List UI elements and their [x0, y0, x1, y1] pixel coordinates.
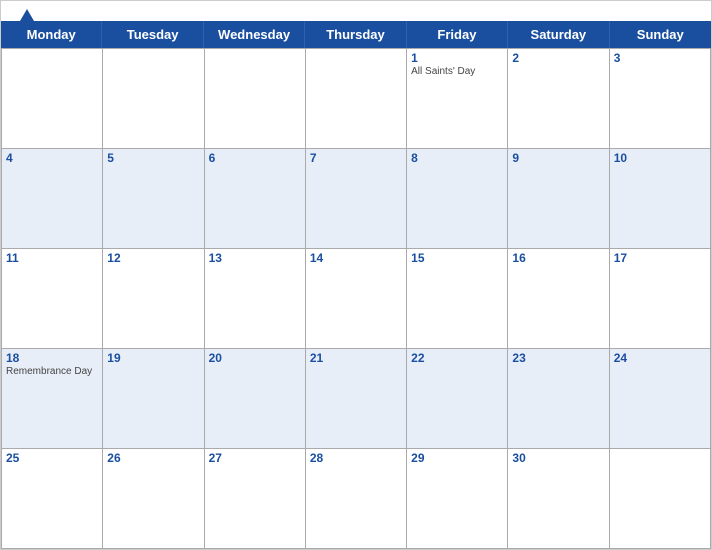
day-headers-row: Monday Tuesday Wednesday Thursday Friday…: [1, 21, 711, 48]
date-number: 25: [6, 451, 98, 465]
table-row: 21: [306, 349, 407, 449]
table-row: [610, 449, 711, 549]
date-number: 21: [310, 351, 402, 365]
date-number: 6: [209, 151, 301, 165]
table-row: 19: [103, 349, 204, 449]
day-header-saturday: Saturday: [508, 21, 609, 48]
table-row: 2: [508, 49, 609, 149]
calendar-header: [1, 1, 711, 21]
date-number: 15: [411, 251, 503, 265]
logo-blue-text: [16, 9, 34, 21]
table-row: 28: [306, 449, 407, 549]
date-number: 1: [411, 51, 503, 65]
table-row: 7: [306, 149, 407, 249]
table-row: 10: [610, 149, 711, 249]
date-number: 27: [209, 451, 301, 465]
table-row: 8: [407, 149, 508, 249]
date-number: 16: [512, 251, 604, 265]
date-number: 8: [411, 151, 503, 165]
table-row: 1All Saints' Day: [407, 49, 508, 149]
date-number: 28: [310, 451, 402, 465]
date-number: 19: [107, 351, 199, 365]
table-row: 24: [610, 349, 711, 449]
table-row: 3: [610, 49, 711, 149]
table-row: 13: [205, 249, 306, 349]
table-row: 9: [508, 149, 609, 249]
table-row: 23: [508, 349, 609, 449]
table-row: 16: [508, 249, 609, 349]
table-row: 30: [508, 449, 609, 549]
date-number: 3: [614, 51, 706, 65]
date-number: 24: [614, 351, 706, 365]
holiday-label: All Saints' Day: [411, 66, 503, 78]
table-row: [103, 49, 204, 149]
table-row: 25: [2, 449, 103, 549]
date-number: 23: [512, 351, 604, 365]
date-number: 30: [512, 451, 604, 465]
date-number: 17: [614, 251, 706, 265]
holiday-label: Remembrance Day: [6, 366, 98, 378]
day-header-wednesday: Wednesday: [204, 21, 305, 48]
table-row: 20: [205, 349, 306, 449]
table-row: [2, 49, 103, 149]
logo-triangle-icon: [20, 9, 34, 21]
day-header-friday: Friday: [407, 21, 508, 48]
table-row: 27: [205, 449, 306, 549]
table-row: 18Remembrance Day: [2, 349, 103, 449]
table-row: 4: [2, 149, 103, 249]
table-row: [205, 49, 306, 149]
table-row: 15: [407, 249, 508, 349]
date-number: 29: [411, 451, 503, 465]
date-number: 13: [209, 251, 301, 265]
logo: [16, 9, 34, 21]
date-number: 20: [209, 351, 301, 365]
date-number: 7: [310, 151, 402, 165]
table-row: 26: [103, 449, 204, 549]
table-row: 29: [407, 449, 508, 549]
date-number: 12: [107, 251, 199, 265]
day-header-tuesday: Tuesday: [102, 21, 203, 48]
date-number: 2: [512, 51, 604, 65]
table-row: 17: [610, 249, 711, 349]
table-row: 22: [407, 349, 508, 449]
date-number: 26: [107, 451, 199, 465]
day-header-sunday: Sunday: [610, 21, 711, 48]
table-row: 5: [103, 149, 204, 249]
date-number: 9: [512, 151, 604, 165]
day-header-monday: Monday: [1, 21, 102, 48]
calendar-grid: 1All Saints' Day234567891011121314151617…: [1, 48, 711, 549]
table-row: 12: [103, 249, 204, 349]
date-number: 4: [6, 151, 98, 165]
table-row: [306, 49, 407, 149]
date-number: 5: [107, 151, 199, 165]
date-number: 11: [6, 251, 98, 265]
calendar-container: Monday Tuesday Wednesday Thursday Friday…: [0, 0, 712, 550]
table-row: 14: [306, 249, 407, 349]
date-number: 18: [6, 351, 98, 365]
table-row: 6: [205, 149, 306, 249]
date-number: 10: [614, 151, 706, 165]
date-number: 14: [310, 251, 402, 265]
table-row: 11: [2, 249, 103, 349]
day-header-thursday: Thursday: [305, 21, 406, 48]
date-number: 22: [411, 351, 503, 365]
